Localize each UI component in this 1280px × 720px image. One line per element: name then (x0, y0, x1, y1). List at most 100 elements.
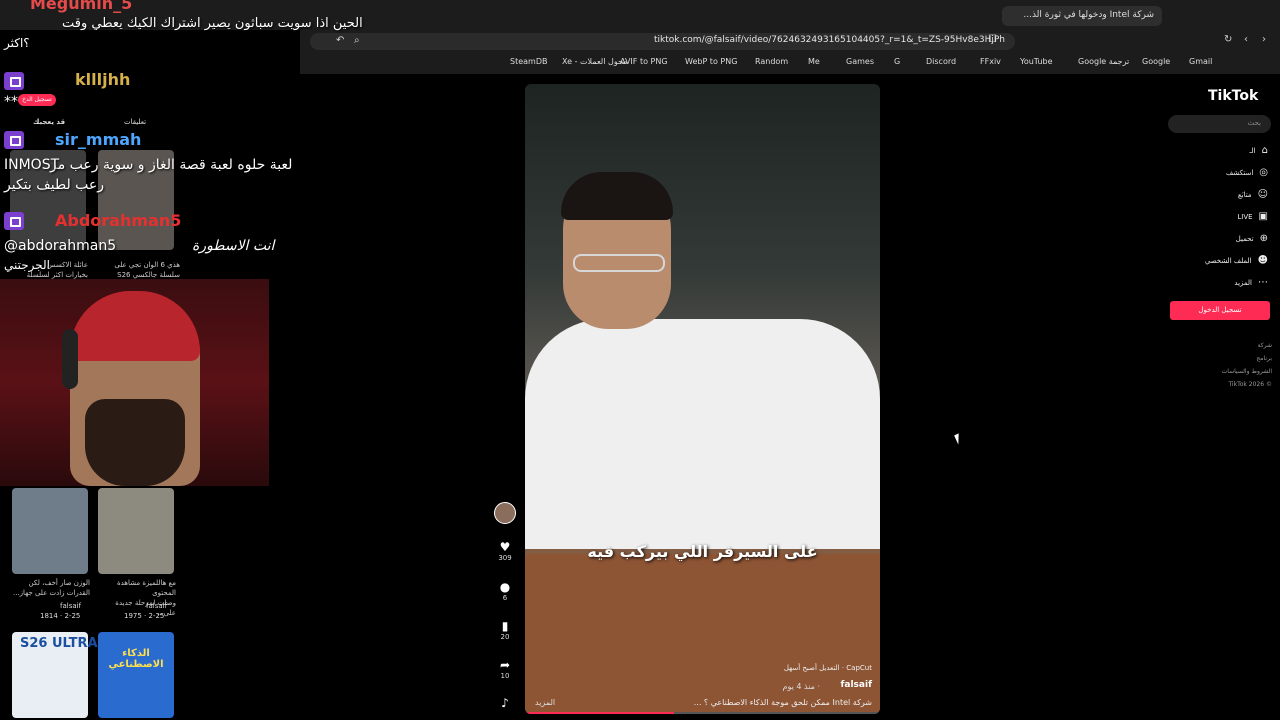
sidebar-menu-item[interactable]: ◎ استكشف (1226, 167, 1268, 178)
bookmark-item[interactable]: Games (846, 57, 874, 66)
bookmark-item[interactable]: Google (1142, 57, 1170, 66)
reload-icon[interactable]: ↻ (1224, 34, 1232, 45)
bookmark-item[interactable]: WebP to PNG (685, 57, 737, 66)
video-thumbnail[interactable] (98, 632, 174, 718)
sidebar-menu-label: الملف الشخصي (1204, 257, 1252, 265)
tab-comments[interactable]: تعليقات (124, 118, 146, 126)
person-hair (561, 172, 673, 220)
search-icon[interactable]: ⌕ (354, 35, 360, 46)
video-subtitle: على السيرفر اللي بيركب فيه (587, 542, 818, 561)
like-count: 309 (498, 554, 512, 562)
twitch-icon (4, 72, 24, 90)
thumbnail-stats: 1975 · 2-25 (124, 612, 165, 620)
video-thumbnail[interactable] (12, 488, 88, 574)
chat-username: Megumin_5 (30, 0, 133, 13)
search-input[interactable]: بحث (1168, 115, 1271, 133)
twitch-icon (4, 212, 24, 230)
thumbnail-label: S26 ULTRA (20, 636, 98, 651)
capcut-tag[interactable]: CapCut · التعديل أصبح أسهل (784, 664, 872, 672)
tab-active[interactable]: شركة Intel ودخولها في ثورة الذ... (1002, 6, 1162, 26)
thumbnail-author[interactable]: falsaif (146, 602, 167, 610)
save-count: 20 (500, 633, 510, 641)
share-button[interactable]: ➦ 10 (494, 658, 516, 680)
bookmarks-bar (300, 52, 1280, 74)
chat-message: انت الاسطورة (192, 238, 275, 254)
login-mini-button[interactable]: تسجيل الدخ (18, 94, 56, 106)
sidebar-menu-item[interactable]: ⋯ المزيد (1234, 277, 1268, 288)
bookmark-item[interactable]: G (894, 57, 900, 66)
chat-username: Abdorahman5 (55, 211, 182, 230)
video-author[interactable]: falsaif (840, 680, 872, 690)
explore-icon: ◎ (1259, 167, 1268, 178)
back-arrow-icon[interactable]: ‹ (1244, 34, 1248, 45)
live-icon: ▣ (1258, 211, 1268, 222)
bookmark-item[interactable]: Random (755, 57, 788, 66)
back-icon[interactable]: ↶ (336, 35, 344, 46)
video-player[interactable]: على السيرفر اللي بيركب فيه CapCut · التع… (525, 84, 880, 714)
tiktok-music-icon[interactable]: ♪ (494, 696, 516, 710)
video-description: شركة Intel ممكن تلحق موجة الذكاء الاصطنا… (693, 698, 872, 707)
save-button[interactable]: ▮ 20 (494, 619, 516, 641)
sidebar-menu-label: LIVE (1237, 213, 1253, 221)
headphones (62, 329, 78, 389)
thumbnail-author[interactable]: falsaif (60, 602, 81, 610)
sidebar-menu-item[interactable]: ▣ LIVE (1237, 211, 1268, 222)
bookmark-item[interactable]: Me (808, 57, 820, 66)
chat-message: INMOST (4, 157, 60, 173)
tab-liked[interactable]: قد يعجبك (33, 118, 65, 126)
streamer-webcam (0, 279, 269, 486)
url-text[interactable]: tiktok.com/@falsaif/video/76246324931651… (654, 35, 1005, 45)
sidebar-menu-item[interactable]: ⊕ تحميل (1236, 233, 1268, 244)
bookmark-item[interactable]: Google ترجمة (1078, 57, 1129, 66)
bookmark-item[interactable]: FFxiv (980, 57, 1001, 66)
login-button[interactable]: تسجيل الدخول (1170, 301, 1270, 320)
video-thumbnail[interactable] (98, 488, 174, 574)
chat-username: kllljhh (75, 70, 131, 89)
more-link[interactable]: المزيد (535, 698, 555, 707)
home-icon: ⌂ (1261, 145, 1268, 156)
footer-link[interactable]: © 2026 TikTok (1228, 381, 1272, 388)
video-progress-bar[interactable] (525, 712, 880, 714)
streamer-beard (85, 399, 185, 486)
sidebar-menu-item[interactable]: ☻ الملف الشخصي (1205, 255, 1268, 266)
chat-message: الحين اذا سويت سباثون يصير اشتراك الكيك … (62, 16, 363, 31)
author-avatar[interactable] (494, 502, 516, 524)
thumbnail-stats: 1814 · 2-25 (40, 612, 81, 620)
bookmark-item[interactable]: AVIF to PNG (620, 57, 668, 66)
bookmark-item[interactable]: Discord (926, 57, 956, 66)
bookmark-item[interactable]: Gmail (1189, 57, 1212, 66)
mouse-cursor-icon (954, 433, 963, 445)
tiktok-logo[interactable]: TikTok (1208, 88, 1258, 104)
sidebar-menu-item[interactable]: ☺ متابَع (1238, 189, 1268, 200)
footer-link[interactable]: برنامج (1256, 355, 1272, 362)
footer-link[interactable]: الشروط والسياسات (1222, 368, 1272, 375)
footer-link[interactable]: شركة (1258, 342, 1272, 349)
chat-message: ؟اكثر (4, 36, 30, 50)
bookmark-item[interactable]: SteamDB (510, 57, 547, 66)
bookmark-item[interactable]: YouTube (1020, 57, 1053, 66)
comment-count: 6 (502, 594, 508, 602)
share-count: 10 (500, 672, 510, 680)
chat-username: sir_mmah (55, 130, 142, 149)
person-glasses (573, 254, 665, 272)
sidebar-menu-item[interactable]: ⌂ الـ (1250, 145, 1269, 156)
thumbnail-label: الذكاء الاصطناعي (108, 648, 164, 670)
music-note-icon: ♪ (501, 696, 509, 710)
share-icon: ➦ (499, 658, 511, 672)
sidebar-menu-label: استكشف (1225, 169, 1254, 177)
chat-message: رعب لطيف بتكير (4, 177, 105, 193)
bookmark-item[interactable]: Xe - محول العملات (562, 57, 627, 66)
forward-arrow-icon[interactable]: › (1262, 34, 1266, 45)
following-icon: ☺ (1257, 189, 1268, 200)
sidebar-menu-label: متابَع (1237, 191, 1252, 199)
person-thobe (525, 319, 880, 549)
thumbnail-caption: الوزن صار أخف، لكن القدرات زادت على جهاز.… (13, 579, 90, 597)
bookmark-icon: ▮ (501, 619, 509, 633)
like-button[interactable]: ♥ 309 (494, 540, 516, 562)
more-icon: ⋯ (1258, 277, 1268, 288)
comment-button[interactable]: ● 6 (494, 580, 516, 602)
streamer-beanie (70, 291, 200, 361)
comment-icon: ● (499, 580, 511, 594)
thumbnail-caption: هذي 6 الوان تجي على سلسلة جالكسي S26 (114, 261, 180, 279)
sidebar-menu-label: الـ (1249, 147, 1256, 155)
